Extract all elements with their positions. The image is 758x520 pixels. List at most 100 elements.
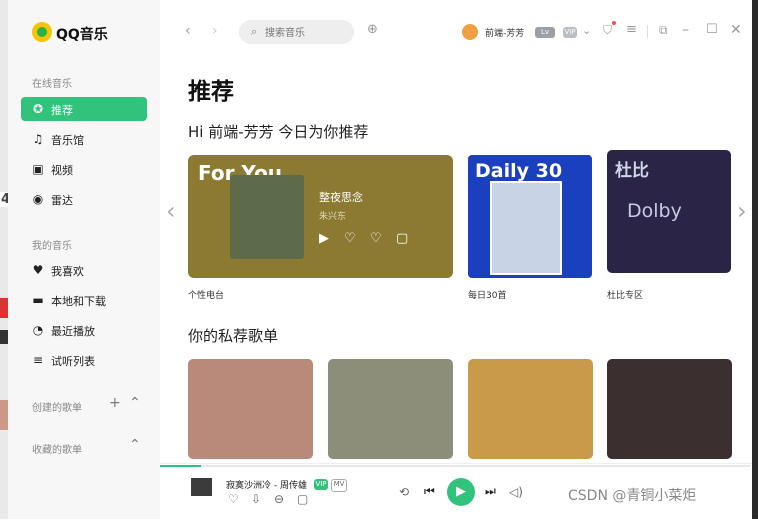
- sidebar-item-label: 推荐: [51, 104, 73, 117]
- monitor-icon: ▬: [32, 293, 44, 307]
- more-icon[interactable]: ⊖: [274, 492, 284, 506]
- sidebar-item-label: 我喜欢: [51, 265, 84, 278]
- loop-icon[interactable]: ⟲: [399, 485, 409, 499]
- card-overlay-title: 杜比: [615, 161, 649, 181]
- playlist-card[interactable]: [188, 359, 313, 459]
- maximize-icon[interactable]: ☐: [706, 22, 718, 37]
- username[interactable]: 前端-芳芳: [485, 26, 524, 39]
- download-icon[interactable]: ⇩: [251, 492, 261, 506]
- sidebar-item-label: 试听列表: [51, 355, 95, 368]
- play-icon[interactable]: ▶: [319, 231, 329, 246]
- track-cover[interactable]: [191, 478, 212, 496]
- radar-icon: ◉: [32, 192, 44, 206]
- heart-icon[interactable]: ♡: [344, 231, 356, 246]
- chevron-up-icon[interactable]: ⌃: [129, 437, 141, 453]
- chevron-down-icon[interactable]: ⌄: [582, 24, 591, 37]
- avatar[interactable]: [462, 24, 478, 40]
- mv-badge[interactable]: MV: [331, 479, 347, 492]
- carousel-prev-icon[interactable]: ‹: [166, 197, 176, 225]
- play-button[interactable]: ▶: [447, 478, 475, 506]
- radio-song-title[interactable]: 整夜思念: [319, 189, 363, 205]
- card-overlay-text: Daily 30: [475, 160, 563, 182]
- skin-icon[interactable]: ⛉: [603, 23, 612, 38]
- section-online-title: 在线音乐: [32, 79, 72, 90]
- next-icon[interactable]: ⏭: [485, 484, 496, 499]
- search-box[interactable]: ⌕: [239, 20, 354, 44]
- search-icon: ⌕: [251, 25, 258, 38]
- qq-music-logo-icon: [32, 22, 52, 42]
- previous-icon[interactable]: ⏮: [424, 484, 435, 499]
- daily-photo: [490, 181, 562, 275]
- page-title: 推荐: [188, 79, 234, 105]
- playlist-card[interactable]: [468, 359, 593, 459]
- music-note-icon: ♫: [32, 132, 44, 146]
- clock-icon: ◔: [32, 323, 44, 337]
- sidebar-item-trial-list[interactable]: ≡ 试听列表: [21, 348, 147, 372]
- listen-recognize-icon[interactable]: ⊕: [367, 22, 378, 37]
- forward-button[interactable]: ›: [212, 23, 218, 39]
- sidebar-item-label: 最近播放: [51, 325, 95, 338]
- card-caption[interactable]: 每日30首: [468, 288, 506, 301]
- divider: [647, 25, 648, 38]
- heart-icon: ♥: [32, 263, 44, 277]
- dolby-logo: Dolby: [627, 200, 682, 222]
- sidebar-item-local-download[interactable]: ▬ 本地和下载: [21, 288, 147, 312]
- mini-mode-icon[interactable]: ⧉: [659, 23, 668, 38]
- track-title[interactable]: 寂寞沙洲冷 - 周传雄: [226, 478, 307, 491]
- sidebar-item-label: 本地和下载: [51, 295, 106, 308]
- comment-icon[interactable]: ▢: [396, 231, 408, 246]
- comment-icon[interactable]: ▢: [297, 492, 308, 506]
- sidebar-item-favorites[interactable]: ♥ 我喜欢: [21, 258, 147, 282]
- level-badge[interactable]: Lv: [535, 27, 555, 38]
- sidebar-item-label: 雷达: [51, 194, 73, 207]
- section-created-title: 创建的歌单: [32, 403, 82, 414]
- back-button[interactable]: ‹: [185, 23, 191, 39]
- close-icon[interactable]: ✕: [730, 22, 742, 38]
- add-playlist-icon[interactable]: +: [109, 395, 121, 411]
- progress-track[interactable]: [160, 465, 750, 467]
- sidebar-item-label: 视频: [51, 164, 73, 177]
- window-border: [752, 0, 758, 519]
- card-personal-radio[interactable]: For You 整夜思念 朱兴东 ▶ ♡ ♡ ▢: [188, 155, 453, 278]
- app-name: QQ音乐: [56, 27, 108, 43]
- progress-fill[interactable]: [160, 465, 201, 467]
- heart-icon[interactable]: ♡: [228, 492, 239, 506]
- sidebar-item-label: 音乐馆: [51, 134, 84, 147]
- chevron-up-icon[interactable]: ⌃: [129, 395, 141, 411]
- playlist-icon: ≡: [32, 353, 44, 367]
- notification-dot: [612, 21, 616, 25]
- vip-badge[interactable]: VIP: [563, 27, 577, 38]
- edge-stripe: [0, 298, 8, 318]
- card-dolby[interactable]: 杜比 Dolby: [607, 150, 731, 273]
- card-caption[interactable]: 杜比专区: [607, 288, 643, 301]
- sidebar: QQ音乐 在线音乐 ✪ 推荐 ♫ 音乐馆 ▣ 视频 ◉ 雷达 我的音乐 ♥ 我喜…: [8, 0, 160, 519]
- menu-icon[interactable]: ≡: [626, 22, 637, 37]
- search-input[interactable]: [263, 24, 352, 42]
- sidebar-item-video[interactable]: ▣ 视频: [21, 157, 147, 181]
- section-collected-title: 收藏的歌单: [32, 445, 82, 456]
- dislike-icon[interactable]: ♡: [370, 231, 382, 246]
- video-icon: ▣: [32, 162, 44, 176]
- album-art: [230, 175, 304, 259]
- card-caption[interactable]: 个性电台: [188, 288, 224, 301]
- playlist-card[interactable]: [607, 359, 732, 459]
- playlist-card[interactable]: [328, 359, 453, 459]
- radio-artist[interactable]: 朱兴东: [319, 209, 346, 222]
- section-my-music-title: 我的音乐: [32, 241, 72, 252]
- sidebar-item-recommend[interactable]: ✪ 推荐: [21, 97, 147, 121]
- edge-stripe: [0, 330, 8, 344]
- vip-badge: VIP: [314, 479, 328, 490]
- edge-stripe: [0, 400, 8, 430]
- background-window-edge: [0, 0, 8, 519]
- minimize-icon[interactable]: –: [682, 22, 689, 38]
- sidebar-item-recent[interactable]: ◔ 最近播放: [21, 318, 147, 342]
- carousel-next-icon[interactable]: ›: [737, 197, 747, 225]
- watermark: CSDN @青铜小菜炬: [568, 488, 697, 504]
- greeting-text: Hi 前端-芳芳 今日为你推荐: [188, 123, 369, 141]
- star-icon: ✪: [32, 102, 44, 116]
- sidebar-item-music-hall[interactable]: ♫ 音乐馆: [21, 127, 147, 151]
- volume-icon[interactable]: ◁): [509, 485, 523, 499]
- sidebar-item-radar[interactable]: ◉ 雷达: [21, 187, 147, 211]
- card-daily-30[interactable]: Daily 30: [468, 155, 592, 278]
- section-private-title: 你的私荐歌单: [188, 327, 279, 345]
